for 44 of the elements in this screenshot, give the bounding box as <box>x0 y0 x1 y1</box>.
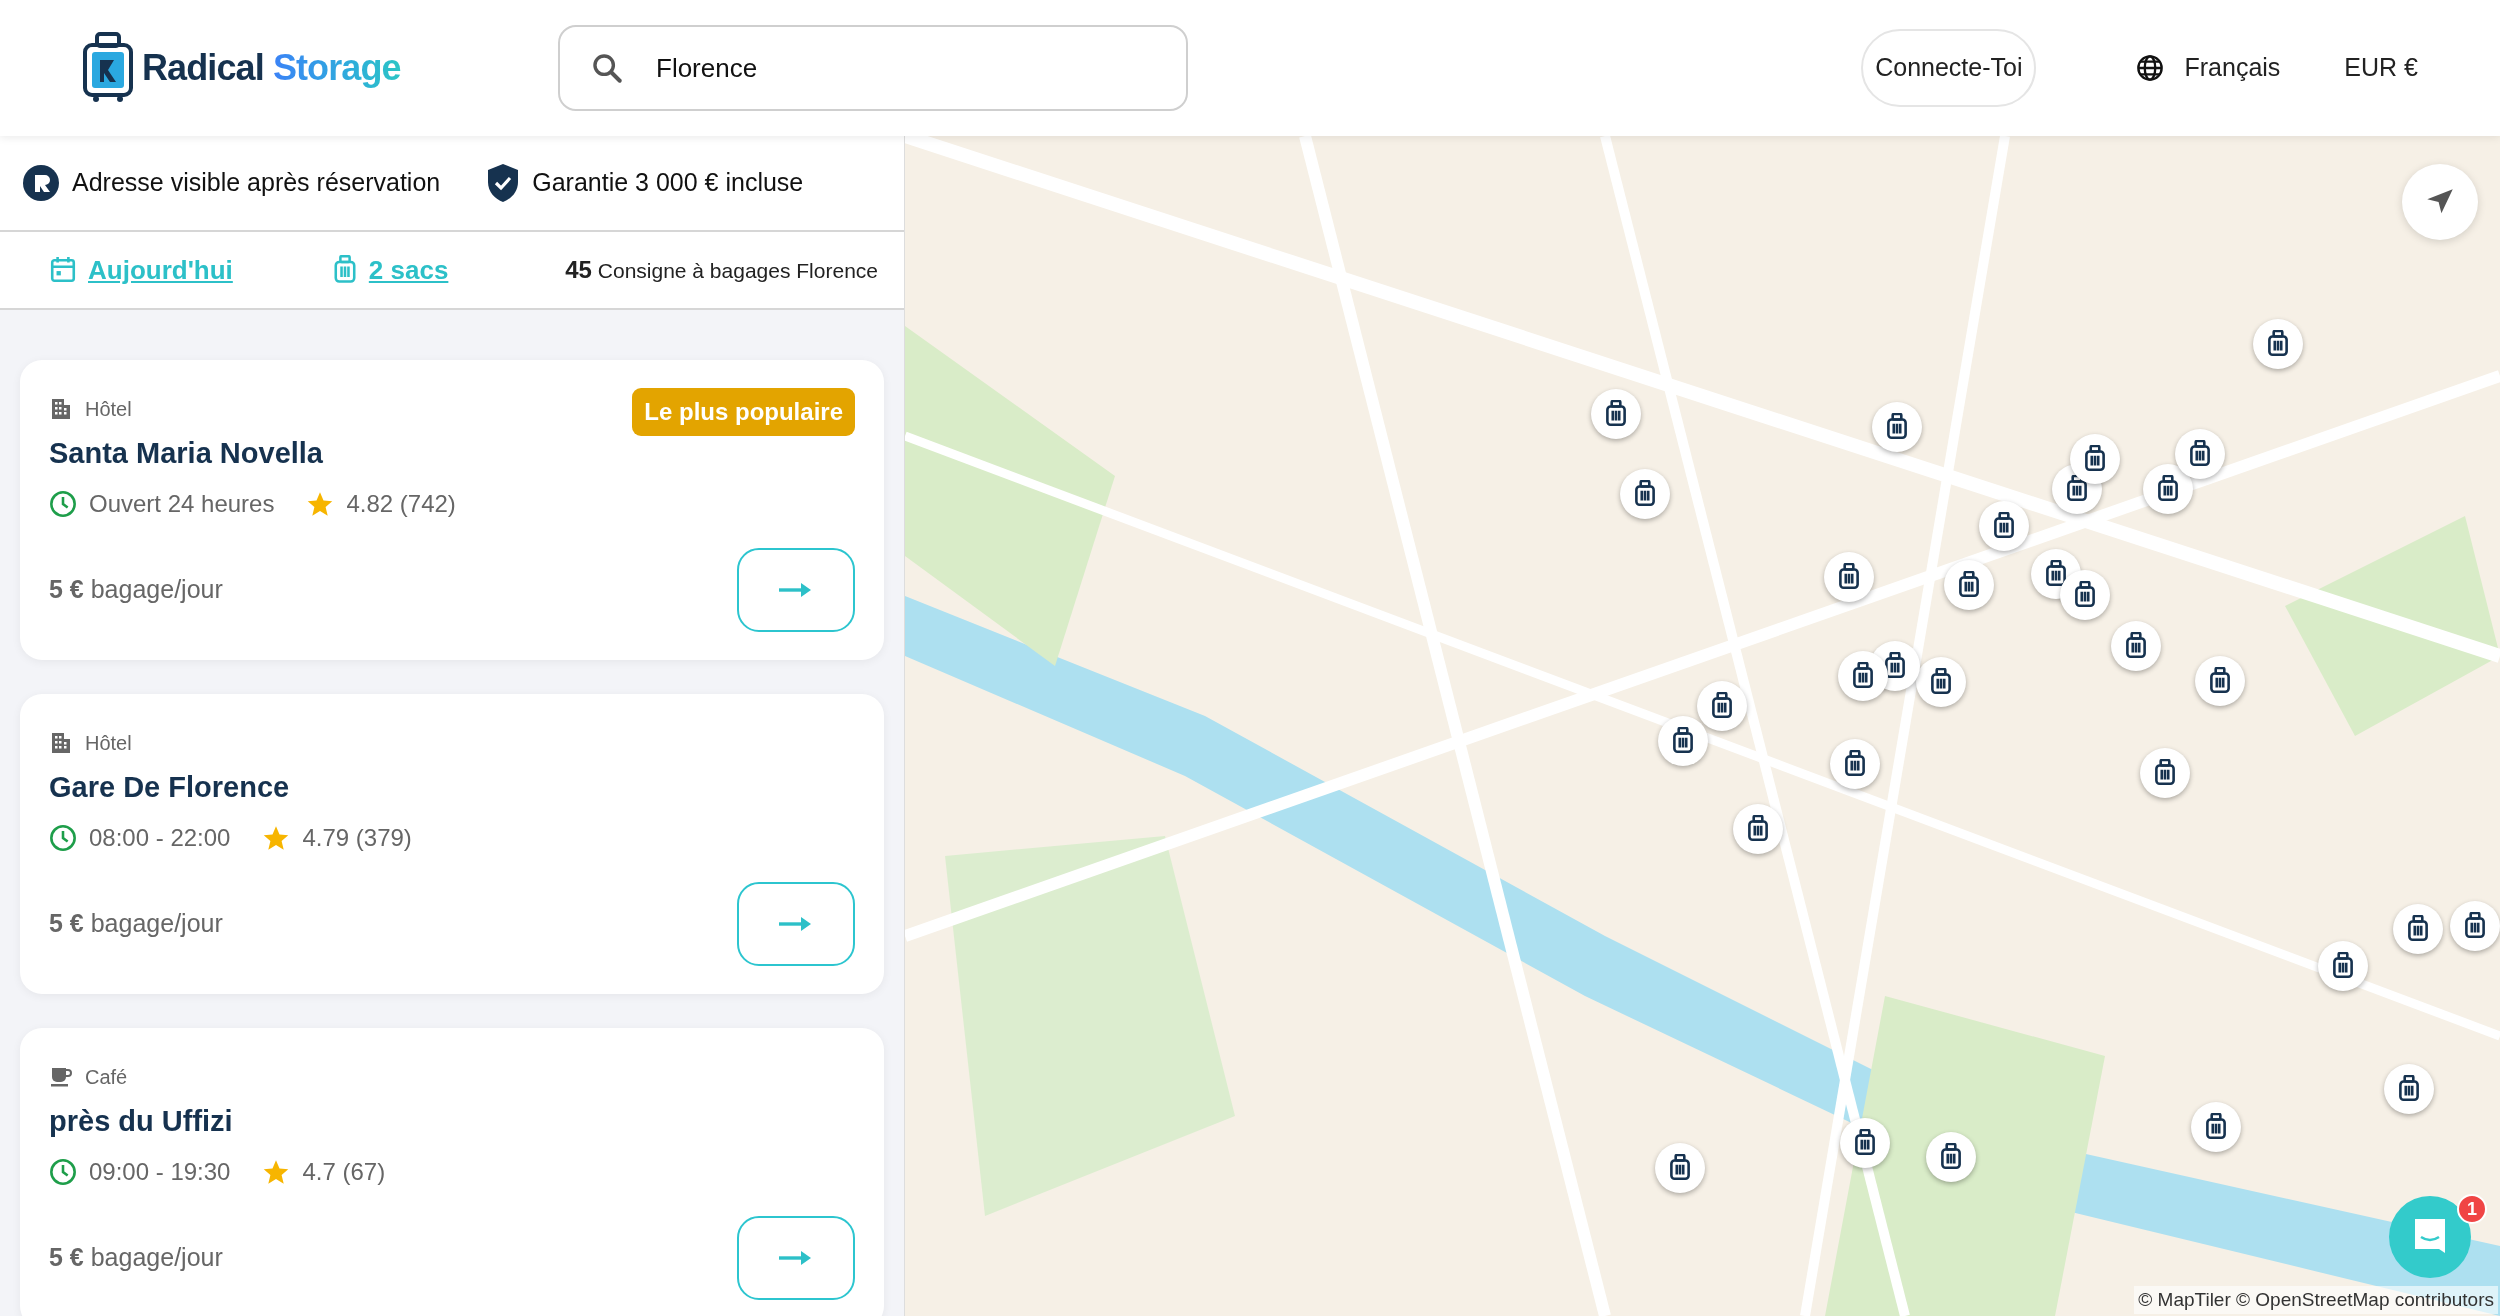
clock-icon <box>49 489 77 518</box>
result-count: 45 Consigne à bagages Florence <box>565 255 878 285</box>
arrow-right-icon <box>779 915 813 932</box>
marker-icon <box>22 164 60 202</box>
listing-card[interactable]: Hôtel Gare De Florence 08:00 - 22:00 4.79 (379) 5 € bagage/jour <box>20 694 884 994</box>
listing-name: Santa Maria Novella <box>49 436 324 471</box>
category-label: Hôtel <box>85 397 132 422</box>
info-text: Garantie 3 000 € incluse <box>532 167 804 199</box>
opening-hours: 09:00 - 19:30 <box>89 1156 231 1187</box>
calendar-icon <box>50 256 76 284</box>
popular-badge: Le plus populaire <box>632 388 855 436</box>
building-icon <box>49 731 73 755</box>
shield-check-icon <box>486 163 521 203</box>
language-selector[interactable]: Français <box>2136 49 2281 87</box>
opening-hours: 08:00 - 22:00 <box>89 822 231 853</box>
rating: 4.82 (742) <box>346 488 456 519</box>
globe-icon <box>2136 54 2165 82</box>
login-button[interactable]: Connecte-Toi <box>1861 29 2037 107</box>
arrow-right-icon <box>779 581 813 598</box>
listing-card[interactable]: Café près du Uffizi 09:00 - 19:30 4.7 (67) 5 € bagage/jour <box>20 1028 884 1316</box>
price: 5 € bagage/jour <box>49 907 223 939</box>
info-text: Adresse visible après réservation <box>72 167 441 199</box>
price: 5 € bagage/jour <box>49 573 223 605</box>
search-icon <box>590 51 624 85</box>
listing-card[interactable]: Hôtel Santa Maria Novella Ouvert 24 heures 4.82 (742) 5 € bagage/jour Le plus populaire <box>20 360 884 660</box>
building-icon <box>49 397 73 421</box>
rating: 4.7 (67) <box>302 1156 386 1187</box>
category-label: Hôtel <box>85 731 132 756</box>
arrow-right-icon <box>779 1249 813 1266</box>
clock-icon <box>49 823 77 852</box>
logo-text[interactable]: Radical Storage <box>142 41 401 95</box>
price: 5 € bagage/jour <box>49 1241 223 1273</box>
suitcase-logo-icon <box>82 32 134 104</box>
listing-name: Gare De Florence <box>49 770 291 805</box>
rating: 4.79 (379) <box>302 822 412 853</box>
clock-icon <box>49 1157 77 1186</box>
suitcase-icon <box>332 255 357 285</box>
map-attribution: © MapTiler © OpenStreetMap contributors <box>2134 1285 2498 1314</box>
currency-selector[interactable]: EUR € <box>2344 49 2418 87</box>
listing-name: près du Uffizi <box>49 1104 234 1139</box>
coffee-cup-icon <box>49 1065 73 1089</box>
opening-hours: Ouvert 24 heures <box>89 488 275 519</box>
search-field[interactable]: Florence <box>558 25 1188 111</box>
category-label: Café <box>85 1065 128 1090</box>
